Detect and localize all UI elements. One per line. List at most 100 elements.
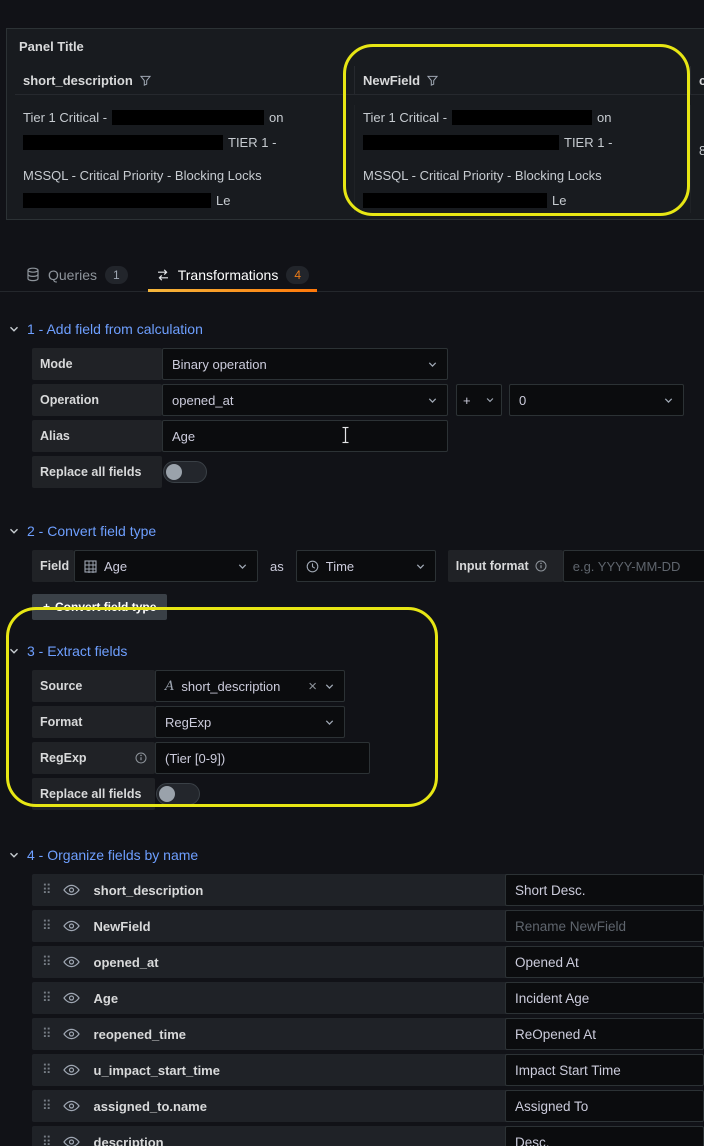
section-header-convert-field-type[interactable]: 2 - Convert field type [8, 520, 704, 542]
rename-input[interactable] [505, 946, 704, 978]
eye-icon[interactable] [61, 1064, 82, 1076]
transform-icon [156, 268, 170, 282]
time-icon [306, 560, 319, 573]
field-name: reopened_time [94, 1027, 186, 1042]
eye-icon[interactable] [61, 956, 82, 968]
input-format-label: Input format [448, 550, 563, 582]
redacted-text [112, 110, 264, 125]
string-field-icon: A [165, 679, 174, 694]
cell-line: MSSQL - Critical Priority - Blocking Loc… [23, 163, 346, 188]
cell-text: 8 [699, 143, 704, 158]
eye-icon[interactable] [61, 1028, 82, 1040]
operand-select[interactable]: 0 [509, 384, 684, 416]
cell-line: MSSQL - Critical Priority - Blocking Loc… [363, 163, 682, 188]
filter-icon[interactable] [140, 75, 151, 86]
field-name: u_impact_start_time [94, 1063, 220, 1078]
database-icon [26, 267, 40, 282]
organize-row-age: ⠿ Age [32, 982, 704, 1014]
clear-icon[interactable]: × [308, 678, 317, 695]
rename-input[interactable] [505, 982, 704, 1014]
select-value: Time [326, 559, 354, 574]
mode-select[interactable]: Binary operation [162, 348, 448, 380]
rename-input[interactable] [505, 1018, 704, 1050]
drag-handle[interactable]: ⠿ [32, 1062, 61, 1078]
rename-input[interactable] [505, 1054, 704, 1086]
eye-icon[interactable] [61, 992, 82, 1004]
eye-icon[interactable] [61, 884, 82, 896]
column-header-short-description[interactable]: short_description [15, 66, 355, 94]
drag-handle[interactable]: ⠿ [32, 1026, 61, 1042]
cell-text: on [597, 110, 611, 125]
filter-icon[interactable] [427, 75, 438, 86]
chevron-down-icon [427, 359, 438, 370]
convert-field-row: Field Age as Time Input f [32, 550, 704, 582]
redacted-text [363, 193, 547, 208]
select-value: + [463, 393, 471, 408]
organize-row-reopened-time: ⠿ reopened_time [32, 1018, 704, 1050]
drag-handle[interactable]: ⠿ [32, 882, 61, 898]
tab-label: Transformations [178, 267, 279, 283]
rename-input[interactable] [505, 1126, 704, 1146]
rename-input[interactable] [505, 874, 704, 906]
drag-handle[interactable]: ⠿ [32, 954, 61, 970]
eye-icon[interactable] [61, 1100, 82, 1112]
replace-all-fields-toggle[interactable] [156, 783, 200, 805]
cell-line: Le [23, 188, 346, 213]
cell-line: TIER 1 - [363, 130, 682, 155]
convert-field-type-button[interactable]: + Convert field type [32, 594, 167, 620]
table-cell-cutoff: 8 [691, 105, 704, 213]
cell-text: on [269, 110, 283, 125]
organize-row-short-description: ⠿ short_description [32, 874, 704, 906]
drag-handle[interactable]: ⠿ [32, 990, 61, 1006]
cell-text: Le [216, 193, 230, 208]
cell-line: Tier 1 Critical - on [363, 105, 682, 130]
replace-all-fields-toggle[interactable] [163, 461, 207, 483]
type-select[interactable]: Time [296, 550, 436, 582]
operator-select[interactable]: + [456, 384, 502, 416]
queries-count-badge: 1 [105, 266, 128, 284]
tab-transformations[interactable]: Transformations 4 [142, 258, 323, 291]
select-value: Age [104, 559, 127, 574]
alias-input[interactable] [162, 420, 448, 452]
section-header-extract-fields[interactable]: 3 - Extract fields [8, 640, 704, 662]
format-row: Format RegExp [32, 706, 704, 738]
source-label: Source [32, 670, 155, 702]
drag-handle[interactable]: ⠿ [32, 1134, 61, 1146]
info-icon [535, 560, 547, 572]
eye-icon[interactable] [61, 920, 82, 932]
table-header-row: short_description NewField c [15, 66, 704, 95]
section-header-add-field-from-calculation[interactable]: 1 - Add field from calculation [8, 318, 704, 340]
column-header-newfield[interactable]: NewField [355, 66, 691, 94]
section-2-rows: Field Age as Time Input f [32, 550, 704, 620]
input-format-input[interactable] [563, 550, 704, 582]
operation-select[interactable]: opened_at [162, 384, 448, 416]
rename-input[interactable] [505, 910, 704, 942]
organize-row-left: ⠿ description [32, 1126, 505, 1146]
button-label: Convert field type [55, 600, 156, 614]
regexp-label: RegExp [32, 742, 155, 774]
field-select[interactable]: Age [74, 550, 258, 582]
mode-label: Mode [32, 348, 162, 380]
format-select[interactable]: RegExp [155, 706, 345, 738]
field-name: description [94, 1135, 164, 1146]
source-select[interactable]: A short_description × [155, 670, 345, 702]
cell-text: Tier 1 Critical - [23, 110, 107, 125]
operation-row: Operation opened_at + 0 [32, 384, 704, 416]
regexp-input[interactable] [155, 742, 370, 774]
section-header-organize-fields[interactable]: 4 - Organize fields by name [8, 844, 704, 866]
rename-input[interactable] [505, 1090, 704, 1122]
toggle-knob [166, 464, 182, 480]
organize-row-assigned-to-name: ⠿ assigned_to.name [32, 1090, 704, 1122]
eye-icon[interactable] [61, 1136, 82, 1146]
replace-all-fields-row: Replace all fields [32, 778, 704, 810]
tab-queries[interactable]: Queries 1 [12, 258, 142, 291]
organize-row-newfield: ⠿ NewField [32, 910, 704, 942]
drag-handle[interactable]: ⠿ [32, 1098, 61, 1114]
organize-row-left: ⠿ u_impact_start_time [32, 1054, 505, 1086]
column-header-cutoff[interactable]: c [691, 66, 704, 94]
column-header-label: NewField [363, 73, 420, 88]
tab-label: Queries [48, 267, 97, 283]
drag-handle[interactable]: ⠿ [32, 918, 61, 934]
redacted-text [452, 110, 592, 125]
organize-row-left: ⠿ reopened_time [32, 1018, 505, 1050]
